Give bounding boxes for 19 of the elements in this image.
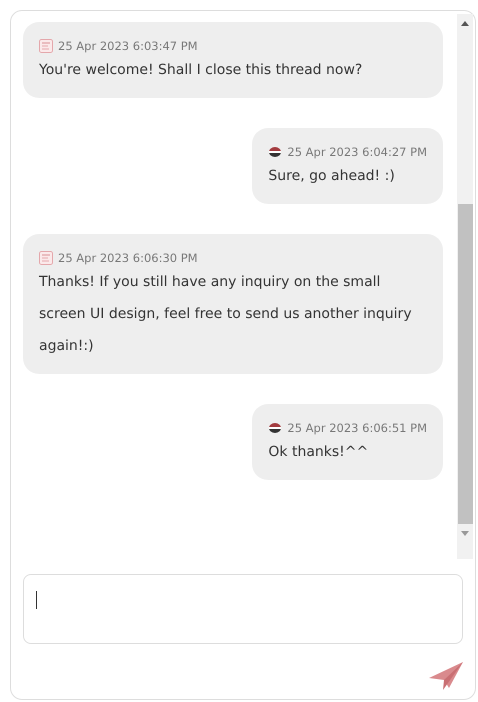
calendar-icon	[39, 251, 53, 265]
scrollbar[interactable]	[457, 14, 473, 559]
message-input[interactable]	[23, 574, 463, 644]
timestamp: 25 Apr 2023 6:06:51 PM	[287, 420, 427, 436]
scrollbar-thumb[interactable]	[458, 204, 472, 524]
send-icon[interactable]	[429, 662, 463, 690]
message-text: Sure, go ahead! :)	[268, 167, 396, 186]
message-text: Ok thanks!^^	[268, 443, 370, 462]
scroll-down-icon[interactable]	[461, 531, 469, 536]
timestamp: 25 Apr 2023 6:03:47 PM	[58, 38, 198, 54]
timestamp: 25 Apr 2023 6:06:30 PM	[58, 250, 198, 266]
message-text: You're welcome! Shall I close this thread now?	[39, 61, 364, 80]
avatar-icon	[268, 422, 282, 434]
timestamp: 25 Apr 2023 6:04:27 PM	[287, 144, 427, 160]
text-cursor	[36, 591, 37, 609]
scroll-up-icon[interactable]	[461, 21, 469, 26]
calendar-icon	[39, 39, 53, 53]
avatar-icon	[268, 146, 282, 158]
message-text: Thanks! If you still have any inquiry on the small screen UI design, feel free to send us another inquiry again!:)	[39, 273, 413, 356]
